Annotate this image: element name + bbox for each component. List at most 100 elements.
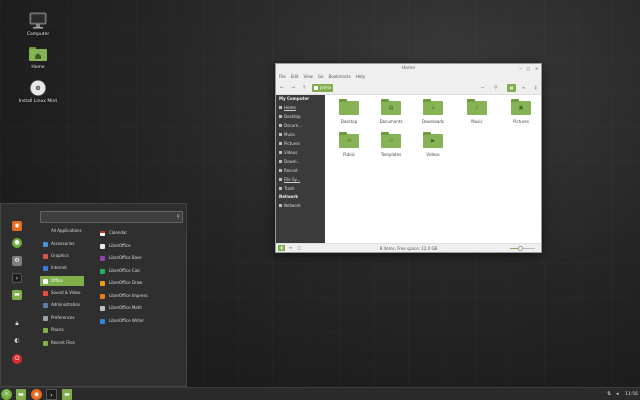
file-item-templates[interactable]: ▭ Templates: [375, 132, 407, 157]
sidebar-item-downloads[interactable]: Downl...: [276, 157, 325, 166]
sidebar-item-trash[interactable]: Trash: [276, 184, 325, 193]
menu-bookmarks[interactable]: Bookmarks: [329, 73, 351, 81]
sidebar-item-filesystem[interactable]: File Sy...: [276, 175, 325, 184]
power-icon[interactable]: ⏻: [12, 354, 22, 364]
file-item-downloads[interactable]: ↓ Downloads: [417, 99, 449, 124]
forward-icon[interactable]: →: [289, 84, 297, 92]
category-all-applications[interactable]: All Applications: [40, 226, 84, 236]
app-libreoffice-math[interactable]: LibreOffice Math: [98, 303, 178, 313]
home-icon: [314, 85, 318, 90]
menu-edit[interactable]: Edit: [291, 73, 299, 81]
compact-view-button[interactable]: ⫼: [531, 84, 540, 92]
folder-icon: [339, 99, 359, 115]
file-item-videos[interactable]: ▶ Videos: [417, 132, 449, 157]
app-libreoffice-impress[interactable]: LibreOffice Impress: [98, 291, 178, 301]
category-places[interactable]: Places: [40, 325, 84, 335]
icon-view-button[interactable]: ▦: [507, 84, 516, 92]
category-office[interactable]: Office: [40, 276, 84, 286]
app-libreoffice[interactable]: LibreOffice: [98, 241, 178, 251]
maximize-icon[interactable]: □: [526, 66, 531, 71]
sidebar-item-pictures[interactable]: Pictures: [276, 139, 325, 148]
show-desktop-icon[interactable]: ▬: [16, 389, 26, 400]
app-libreoffice-calc[interactable]: LibreOffice Calc: [98, 266, 178, 276]
app-libreoffice-writer[interactable]: LibreOffice Writer: [98, 316, 178, 326]
desktop-icon: [279, 115, 282, 118]
files-launcher-icon[interactable]: ▬: [62, 389, 72, 400]
zoom-slider[interactable]: [510, 246, 535, 251]
app-libreoffice-base[interactable]: LibreOffice Base: [98, 253, 178, 263]
clock[interactable]: 11:56: [625, 390, 638, 399]
app-libreoffice-draw[interactable]: LibreOffice Draw: [98, 278, 178, 288]
window-titlebar[interactable]: Home − □ ✕: [276, 64, 541, 73]
desktop-icon-install[interactable]: Install Linux Mint: [13, 79, 63, 104]
window-title: Home: [401, 66, 416, 71]
close-icon[interactable]: ✕: [534, 66, 539, 71]
file-item-desktop[interactable]: Desktop: [333, 99, 365, 124]
trash-icon: [279, 187, 282, 190]
minimize-icon[interactable]: −: [518, 66, 523, 71]
category-graphics[interactable]: Graphics: [40, 251, 84, 261]
settings-icon[interactable]: ⚙: [12, 256, 22, 266]
calendar-icon: [100, 230, 105, 236]
terminal-icon[interactable]: ›: [12, 273, 22, 283]
libreoffice-icon: [100, 243, 105, 249]
search-icon[interactable]: ⚲: [492, 84, 500, 92]
file-manager-body: My Computer Home Desktop Docum... Music …: [276, 95, 541, 245]
network-tray-icon[interactable]: ⇅: [607, 390, 611, 399]
category-internet[interactable]: Internet: [40, 263, 84, 273]
category-accessories[interactable]: Accessories: [40, 239, 84, 249]
app-calendar[interactable]: Calendar: [98, 228, 178, 238]
zoom-slider-handle[interactable]: [517, 246, 523, 251]
desktop-icon-label: Install Linux Mint: [18, 99, 58, 104]
sidebar-item-recent[interactable]: Recent: [276, 166, 325, 175]
new-folder-icon[interactable]: ⌐: [479, 84, 487, 92]
terminal-launcher-icon[interactable]: ›: [46, 389, 57, 400]
monitor-icon: [28, 12, 48, 30]
search-field[interactable]: ⚲: [40, 211, 183, 223]
sidebar-heading-my-computer[interactable]: My Computer: [276, 95, 325, 103]
volume-tray-icon[interactable]: ◂: [616, 390, 619, 399]
mint-menu-icon[interactable]: ⓜ: [1, 389, 12, 400]
list-view-button[interactable]: ≡: [519, 84, 528, 92]
file-item-documents[interactable]: ▤ Documents: [375, 99, 407, 124]
sidebar-item-music[interactable]: Music: [276, 130, 325, 139]
sidebar-item-videos[interactable]: Videos: [276, 148, 325, 157]
file-item-music[interactable]: ♪ Music: [461, 99, 493, 124]
sidebar-item-documents[interactable]: Docum...: [276, 121, 325, 130]
home-icon: [279, 106, 282, 109]
sidebar-item-desktop[interactable]: Desktop: [276, 112, 325, 121]
home-folder-icon: [28, 45, 48, 63]
category-administration[interactable]: Administration: [40, 300, 84, 310]
sidebar-item-network[interactable]: Network: [276, 201, 325, 210]
sidebar-item-home[interactable]: Home: [276, 103, 325, 112]
menu-view[interactable]: View: [303, 73, 313, 81]
menu-file[interactable]: File: [279, 73, 286, 81]
folder-pictures-icon: ▣: [511, 99, 531, 115]
drive-icon: [279, 178, 282, 181]
logout-icon[interactable]: ◐: [12, 336, 22, 346]
network-icon: [279, 204, 282, 207]
back-icon[interactable]: ←: [278, 84, 286, 92]
firefox-launcher-icon[interactable]: ◉: [31, 389, 42, 400]
category-sound-video[interactable]: Sound & Video: [40, 288, 84, 298]
up-icon[interactable]: ↑: [300, 84, 308, 92]
category-preferences[interactable]: Preferences: [40, 313, 84, 323]
folder-templates-icon: ▭: [381, 132, 401, 148]
desktop-icon-home[interactable]: Home: [13, 45, 63, 70]
firefox-icon[interactable]: ◉: [12, 221, 22, 231]
software-manager-icon[interactable]: ●: [12, 238, 22, 248]
breadcrumb-home[interactable]: jetma: [312, 84, 333, 92]
search-icon: ⚲: [176, 214, 180, 220]
sidebar: My Computer Home Desktop Docum... Music …: [276, 95, 325, 245]
menu-help[interactable]: Help: [356, 73, 365, 81]
files-icon[interactable]: ▬: [12, 290, 22, 300]
desktop-icon-computer[interactable]: Computer: [13, 12, 63, 37]
menu-go[interactable]: Go: [318, 73, 324, 81]
file-item-pictures[interactable]: ▣ Pictures: [505, 99, 537, 124]
category-recent-files[interactable]: Recent Files: [40, 338, 84, 348]
search-input[interactable]: [41, 212, 182, 222]
sound-video-icon: [43, 290, 48, 296]
sidebar-heading-network[interactable]: Network: [276, 193, 325, 201]
file-item-public[interactable]: ⋖ Public: [333, 132, 365, 157]
lock-icon[interactable]: 🔒︎: [12, 319, 22, 329]
